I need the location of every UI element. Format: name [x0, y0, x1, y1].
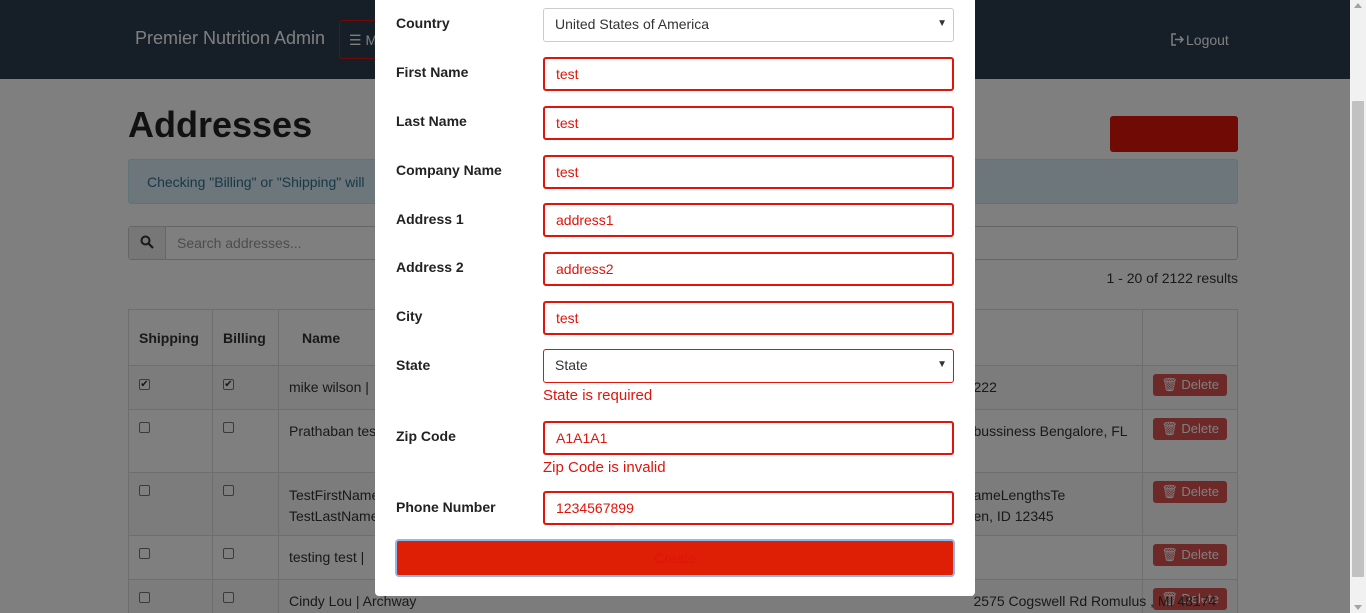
- phone-input[interactable]: 1234567899: [543, 491, 954, 525]
- state-value: State: [555, 357, 588, 373]
- zip-error: Zip Code is invalid: [543, 459, 666, 476]
- state-select[interactable]: State ▼: [543, 349, 954, 383]
- last-name-input[interactable]: test: [543, 106, 954, 140]
- company-name-input[interactable]: test: [543, 155, 954, 189]
- first-name-input[interactable]: test: [543, 57, 954, 91]
- country-value: United States of America: [555, 16, 710, 32]
- city-input[interactable]: test: [543, 301, 954, 335]
- state-error: State is required: [543, 387, 653, 404]
- city-label: City: [396, 308, 423, 324]
- phone-label: Phone Number: [396, 499, 496, 515]
- create-button[interactable]: Create: [395, 539, 955, 577]
- country-label: Country: [396, 15, 450, 31]
- caret-down-icon: ▼: [937, 18, 947, 29]
- address1-label: Address 1: [396, 211, 464, 227]
- create-address-modal: Country United States of America ▼ First…: [375, 0, 975, 596]
- address2-label: Address 2: [396, 259, 464, 275]
- address2-input[interactable]: address2: [543, 252, 954, 286]
- zip-input[interactable]: A1A1A1: [543, 421, 954, 455]
- state-label: State: [396, 357, 431, 373]
- address1-input[interactable]: address1: [543, 203, 954, 237]
- scroll-up-icon[interactable]: [1354, 3, 1362, 8]
- scroll-down-icon[interactable]: [1354, 605, 1362, 610]
- scroll-thumb[interactable]: [1352, 101, 1364, 577]
- scrollbar[interactable]: [1350, 0, 1366, 613]
- caret-down-icon: ▼: [937, 359, 947, 370]
- zip-label: Zip Code: [396, 428, 456, 444]
- country-select[interactable]: United States of America ▼: [543, 8, 954, 42]
- first-name-label: First Name: [396, 64, 469, 80]
- company-name-label: Company Name: [396, 162, 502, 178]
- last-name-label: Last Name: [396, 113, 467, 129]
